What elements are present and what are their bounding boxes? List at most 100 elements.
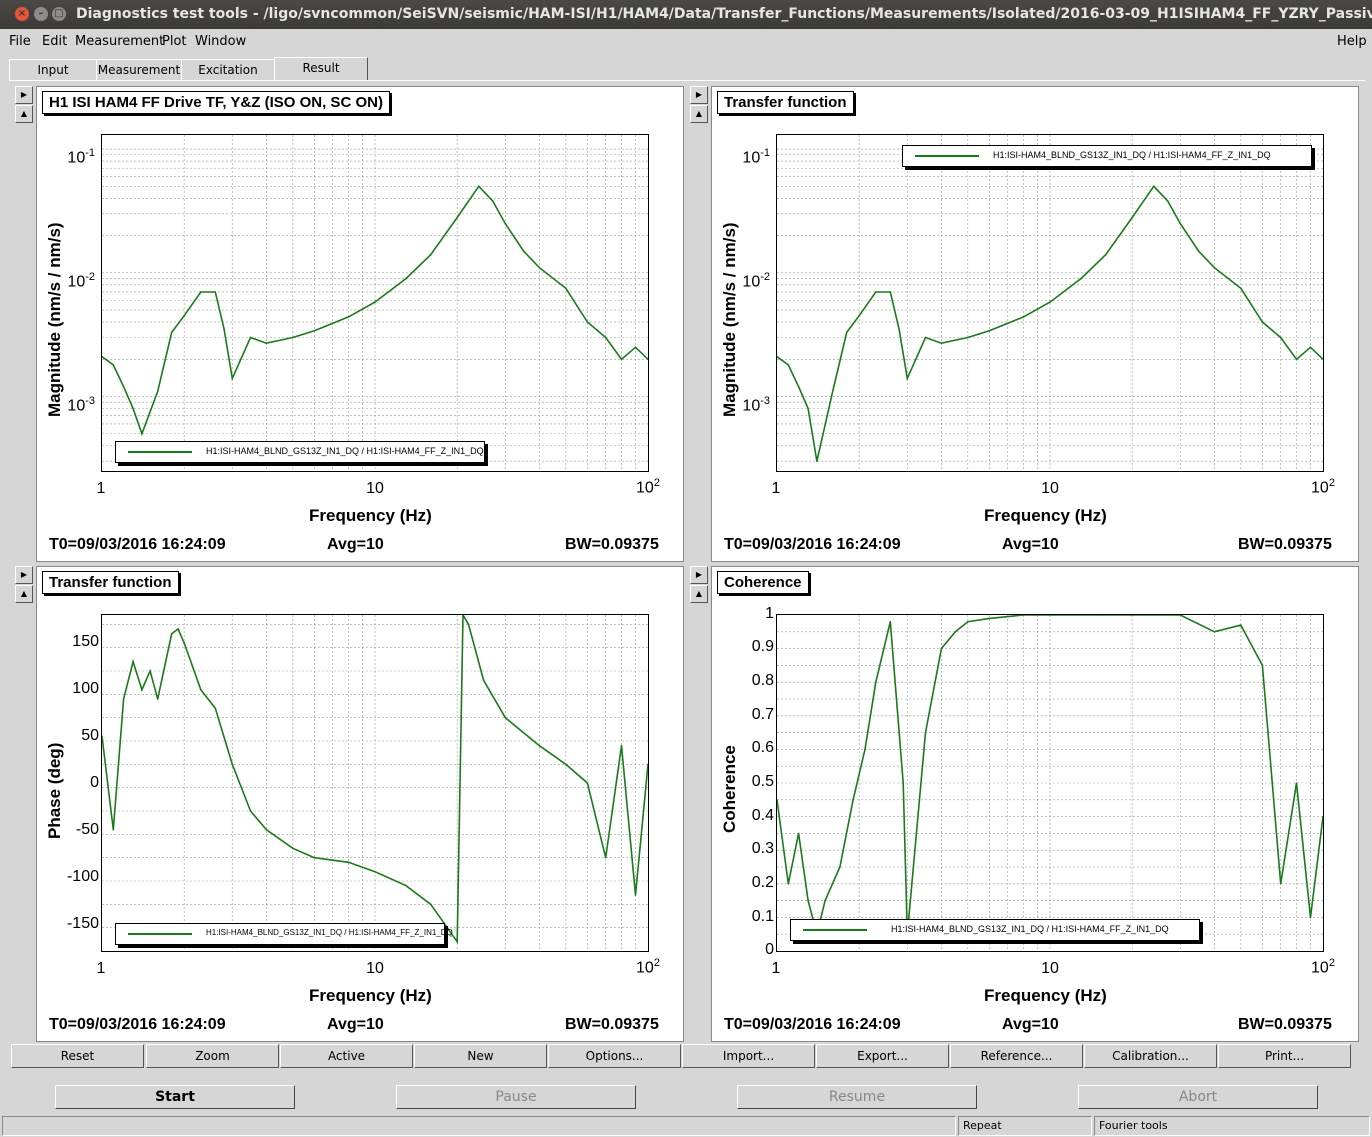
y-axis-label: Magnitude (nm/s / nm/s) [720, 222, 739, 417]
y-tick-label: 0.9 [751, 638, 774, 655]
x-tick-label: 10 [1041, 480, 1059, 497]
y-tick-label: 50 [81, 727, 99, 744]
plot-area[interactable] [101, 614, 649, 952]
data-point [1261, 664, 1264, 667]
data-point [988, 617, 991, 620]
pad-1-up-icon[interactable]: ▲ [15, 105, 33, 123]
active-button[interactable]: Active [280, 1044, 413, 1068]
data-point [122, 385, 125, 388]
data-point [586, 782, 589, 784]
footer-avg: Avg=10 [327, 536, 384, 553]
data-point [504, 222, 507, 225]
resume-button[interactable]: Resume [737, 1085, 977, 1109]
plot-area[interactable] [776, 614, 1324, 952]
plot-area[interactable] [776, 134, 1324, 472]
x-tick-label: 10 [366, 480, 384, 497]
pause-button[interactable]: Pause [396, 1085, 636, 1109]
data-point [292, 847, 294, 850]
data-point [1279, 336, 1282, 339]
tab-divider [9, 80, 1365, 81]
options-button[interactable]: Options... [548, 1044, 681, 1068]
reference-button[interactable]: Reference... [950, 1044, 1083, 1068]
data-point [477, 185, 480, 188]
data-point [429, 253, 432, 256]
data-point [1295, 782, 1298, 784]
data-point [940, 342, 943, 344]
data-point [620, 744, 623, 747]
tab-input[interactable]: Input [9, 59, 97, 80]
data-point [199, 688, 202, 691]
y-tick-exp: -3 [85, 395, 95, 407]
print-button[interactable]: Print... [1218, 1044, 1351, 1068]
x-tick-exp: 2 [653, 957, 660, 969]
pad-4-expand-icon[interactable]: ▶ [690, 566, 708, 584]
pad-3-up-icon[interactable]: ▲ [15, 585, 33, 603]
pad-4-up-icon[interactable]: ▲ [690, 585, 708, 603]
pad-2-up-icon[interactable]: ▲ [690, 105, 708, 123]
status-repeat: Repeat [958, 1116, 1092, 1136]
calibration-button[interactable]: Calibration... [1084, 1044, 1217, 1068]
x-tick-label: 102 [1311, 477, 1335, 497]
y-tick-label: 150 [72, 633, 99, 650]
y-tick-label: 0.7 [751, 706, 774, 723]
new-button[interactable]: New [414, 1044, 547, 1068]
plot-pad-magnitude-2[interactable]: Transfer function Magnitude (nm/s / nm/s… [711, 86, 1359, 562]
footer-bw: BW=0.09375 [1238, 1016, 1332, 1033]
menu-plot[interactable]: Plot [162, 34, 187, 49]
data-point [177, 628, 179, 630]
plot-pad-phase[interactable]: Transfer function Phase (deg) Frequency … [36, 566, 684, 1042]
data-point [522, 250, 525, 252]
pad-2-expand-icon[interactable]: ▶ [690, 86, 708, 104]
zoom-button[interactable]: Zoom [146, 1044, 279, 1068]
menu-edit[interactable]: Edit [42, 34, 67, 49]
start-button[interactable]: Start [55, 1085, 295, 1109]
data-point [1131, 216, 1133, 219]
x-axis-label: Frequency (Hz) [984, 506, 1107, 525]
data-point [313, 856, 316, 859]
x-tick-label: 1 [771, 480, 781, 497]
window-titlebar: × – □ Diagnostics test tools - /ligo/svn… [0, 0, 1372, 29]
window-title: Diagnostics test tools - /ligo/svncommon… [76, 6, 1372, 22]
plot-area[interactable] [101, 134, 649, 472]
data-point [889, 291, 892, 293]
status-bar: Repeat Fourier tools [0, 1114, 1372, 1137]
data-point [199, 291, 202, 293]
x-tick-label: 102 [1311, 957, 1335, 977]
y-tick-exp: -3 [760, 395, 770, 407]
pad-3-expand-icon[interactable]: ▶ [15, 566, 33, 584]
footer-bw: BW=0.09375 [1238, 536, 1332, 553]
tab-bar: Input Measurement Excitation Result [9, 57, 1365, 81]
data-point [112, 828, 115, 831]
menu-file[interactable]: File [9, 34, 31, 49]
export-button[interactable]: Export... [816, 1044, 949, 1068]
status-main [2, 1116, 956, 1136]
data-point [1309, 346, 1312, 349]
minimize-icon[interactable]: – [34, 7, 48, 21]
data-point [1080, 277, 1082, 280]
plot-pad-magnitude-1[interactable]: H1 ISI HAM4 FF Drive TF, Y&Z (ISO ON, SC… [36, 86, 684, 562]
import-button[interactable]: Import... [682, 1044, 815, 1068]
legend: H1:ISI-HAM4_BLND_GS13Z_IN1_DQ / H1:ISI-H… [902, 145, 1312, 167]
data-point [586, 321, 589, 323]
data-point [538, 266, 541, 269]
close-icon[interactable]: × [15, 7, 29, 21]
menu-measurement[interactable]: Measurement [75, 34, 164, 49]
abort-button[interactable]: Abort [1078, 1085, 1318, 1109]
y-tick-exp: -1 [85, 147, 95, 159]
plot-title: Transfer function [717, 91, 854, 114]
tab-measurement[interactable]: Measurement [96, 59, 182, 80]
data-point [967, 336, 969, 339]
x-tick-label: 102 [636, 477, 660, 497]
maximize-icon[interactable]: □ [52, 7, 66, 21]
tab-result[interactable]: Result [274, 57, 368, 80]
tab-excitation[interactable]: Excitation [181, 59, 275, 80]
data-point [1309, 916, 1312, 919]
footer-avg: Avg=10 [1002, 536, 1059, 553]
menu-window[interactable]: Window [195, 34, 246, 49]
pad-1-expand-icon[interactable]: ▶ [15, 86, 33, 104]
y-tick-exp: -2 [85, 271, 95, 283]
reset-button[interactable]: Reset [11, 1044, 144, 1068]
plot-pad-coherence[interactable]: Coherence Coherence 1 0.9 0.8 0.7 0.6 0.… [711, 566, 1359, 1042]
footer-bw: BW=0.09375 [565, 536, 659, 553]
menu-help[interactable]: Help [1337, 34, 1367, 49]
